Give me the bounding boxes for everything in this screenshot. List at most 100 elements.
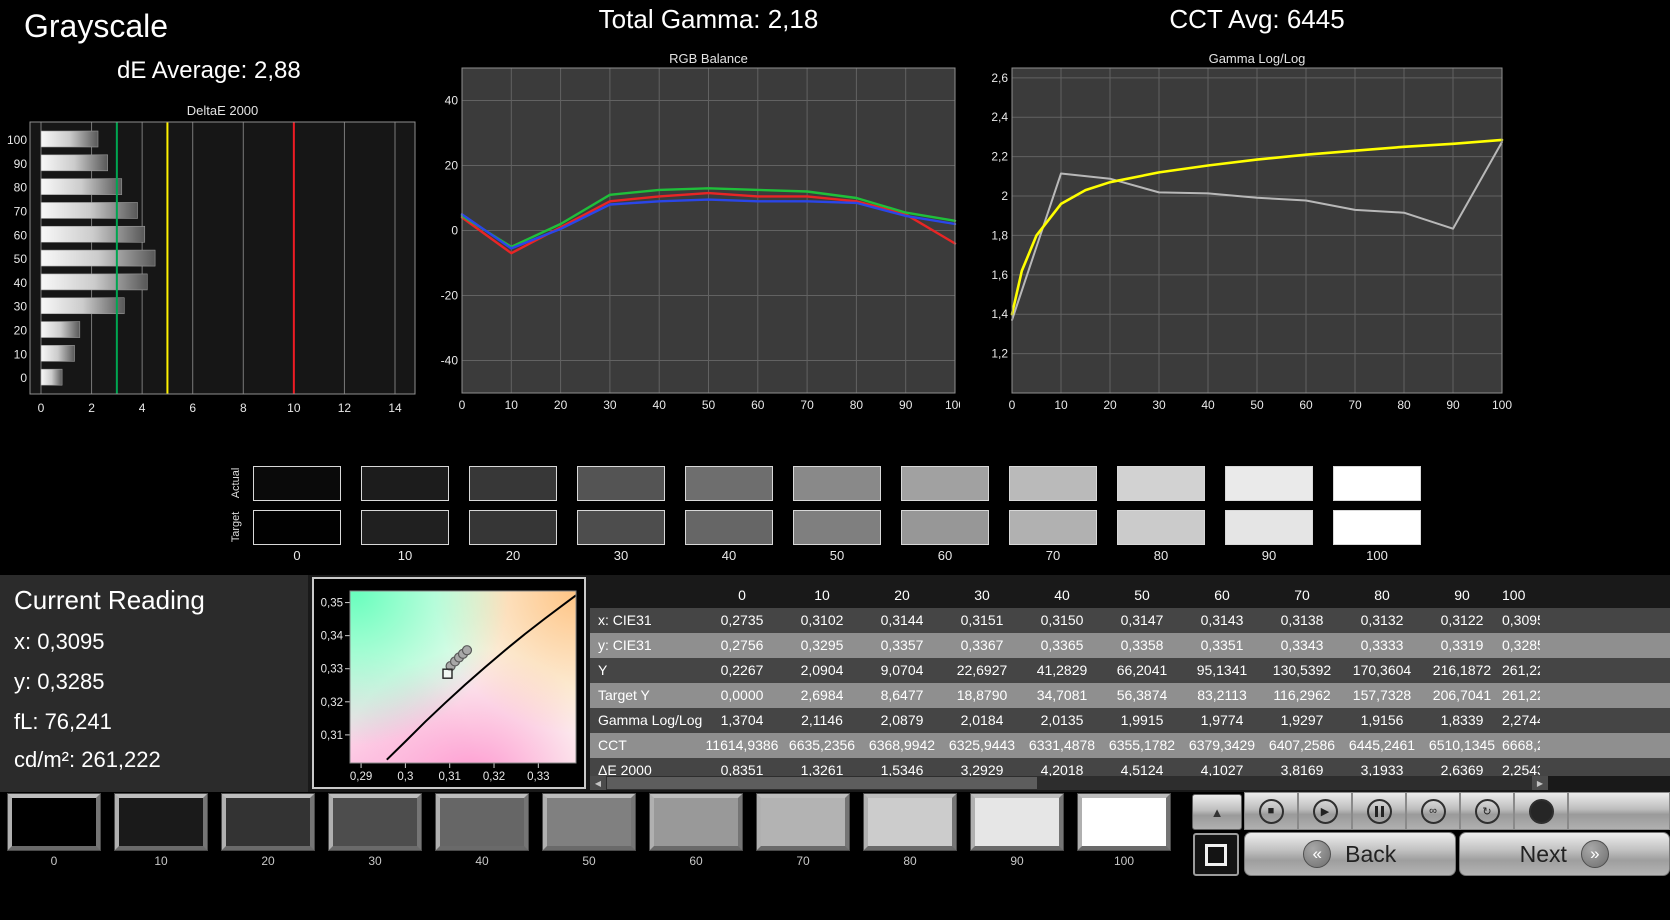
de-average-value: dE Average: 2,88 [117, 57, 301, 84]
swatch-level-label: 30 [613, 548, 629, 563]
table-cell: 261,2220 [1502, 687, 1540, 703]
patch-label: 50 [582, 854, 596, 868]
gray-patch-90[interactable] [970, 793, 1064, 851]
current-reading-title: Current Reading [14, 585, 205, 615]
pattern-up-button[interactable]: ▲ [1192, 794, 1242, 830]
table-cell: 0,3143 [1200, 612, 1244, 628]
table-cell [1540, 582, 1670, 608]
table-cell: 20 [894, 587, 910, 603]
play-button[interactable]: ▶ [1298, 792, 1352, 830]
transport-controls: ■ ▶ ∞ ↻ [1244, 792, 1670, 830]
swatch-level-label: 90 [1261, 548, 1277, 563]
svg-text:0: 0 [451, 224, 458, 238]
table-cell: 3,1933 [1360, 762, 1404, 776]
table-hscrollbar[interactable]: ◀ ▶ [590, 776, 1548, 790]
svg-text:0,33: 0,33 [321, 664, 343, 676]
target-swatch-40 [685, 510, 773, 545]
actual-swatch-50 [793, 466, 881, 501]
svg-text:70: 70 [800, 398, 814, 412]
table-cell: 0,3132 [1360, 612, 1404, 628]
table-cell: 3,2929 [960, 762, 1004, 776]
table-cell: 0,2735 [720, 612, 764, 628]
svg-text:-20: -20 [441, 289, 459, 303]
table-cell: 0,3147 [1120, 612, 1164, 628]
svg-text:40: 40 [653, 398, 667, 412]
table-cell: 1,8339 [1440, 712, 1484, 728]
target-row-label: Target [230, 511, 242, 543]
table-cell: 34,7081 [1036, 687, 1088, 703]
target-swatch-70 [1009, 510, 1097, 545]
gray-patch-30[interactable] [328, 793, 422, 851]
stop-button[interactable]: ■ [1244, 792, 1298, 830]
table-cell: 216,1872 [1432, 662, 1492, 678]
gray-patch-100[interactable] [1077, 793, 1171, 851]
table-cell: 157,7328 [1352, 687, 1412, 703]
target-swatch-80 [1117, 510, 1205, 545]
table-cell: 1,3704 [720, 712, 764, 728]
gray-patch-40[interactable] [435, 793, 529, 851]
svg-text:0,32: 0,32 [483, 771, 505, 783]
table-cell: 11614,9386 [705, 737, 779, 753]
scrollbar-thumb[interactable] [607, 777, 1037, 789]
table-cell: 2,0135 [1040, 712, 1084, 728]
svg-text:40: 40 [14, 276, 28, 290]
pattern-bar: 0 10 20 30 40 50 60 70 80 90 100 ▲ ■ ▶ ∞ ↻ « Back … [0, 792, 1670, 920]
svg-text:30: 30 [603, 398, 617, 412]
next-label: Next [1519, 840, 1567, 867]
up-arrow-icon: ▲ [1210, 804, 1224, 820]
transport-filler [1568, 792, 1670, 830]
next-button[interactable]: Next » [1458, 832, 1670, 876]
loop-button[interactable]: ∞ [1406, 792, 1460, 830]
table-cell: 30 [974, 587, 990, 603]
stop-icon: ■ [1258, 798, 1284, 824]
svg-text:2,6: 2,6 [991, 71, 1008, 85]
swatch-level-label: 0 [293, 548, 301, 563]
play-icon: ▶ [1312, 798, 1338, 824]
table-cell: 66,2041 [1116, 662, 1168, 678]
gray-patch-60[interactable] [649, 793, 743, 851]
svg-text:0,31: 0,31 [321, 730, 343, 742]
refresh-button[interactable]: ↻ [1460, 792, 1514, 830]
gray-patch-20[interactable] [221, 793, 315, 851]
svg-text:1,2: 1,2 [991, 347, 1008, 361]
gray-patch-70[interactable] [756, 793, 850, 851]
table-cell: Gamma Log/Log [598, 712, 702, 728]
back-button[interactable]: « Back [1244, 832, 1456, 876]
table-cell: 2,6984 [800, 687, 844, 703]
reading-fl: fL: 76,241 [14, 709, 112, 734]
next-chevrons-icon: » [1580, 840, 1609, 868]
table-cell: 1,9297 [1280, 712, 1324, 728]
gray-patch-50[interactable] [542, 793, 636, 851]
svg-text:8: 8 [240, 401, 247, 415]
svg-text:0: 0 [20, 371, 27, 385]
table-cell [1540, 658, 1670, 683]
table-cell: Y [598, 662, 608, 678]
scroll-left-button[interactable]: ◀ [590, 776, 606, 790]
table-cell: 2,0184 [960, 712, 1004, 728]
record-icon [1528, 798, 1554, 824]
table-cell [1540, 608, 1670, 633]
table-cell: 0,3319 [1440, 637, 1484, 653]
table-cell: 2,2543 [1502, 762, 1540, 776]
table-cell: 0,3150 [1040, 612, 1084, 628]
actual-swatch-80 [1117, 466, 1205, 501]
table-cell: 6331,4878 [1028, 737, 1096, 753]
pause-button[interactable] [1352, 792, 1406, 830]
record-button[interactable] [1514, 792, 1568, 830]
grayscale-swatch-strip: Actual Target 0 10 20 30 40 50 60 70 80 90 100 [0, 455, 1670, 570]
svg-text:2,2: 2,2 [991, 150, 1008, 164]
patch-label: 20 [261, 854, 275, 868]
gray-patch-10[interactable] [114, 793, 208, 851]
gray-patch-80[interactable] [863, 793, 957, 851]
table-cell: x: CIE31 [598, 612, 652, 628]
scroll-right-button[interactable]: ▶ [1532, 776, 1548, 790]
table-cell: 60 [1214, 587, 1230, 603]
svg-text:2: 2 [1001, 189, 1008, 203]
blank-pattern-button[interactable] [1193, 833, 1239, 876]
table-cell: ΔE 2000 [598, 762, 652, 776]
table-cell: 6635,2356 [788, 737, 856, 753]
table-cell: 2,6369 [1440, 762, 1484, 776]
table-cell: 56,3874 [1116, 687, 1168, 703]
gray-patch-0[interactable] [7, 793, 101, 851]
svg-text:20: 20 [554, 398, 568, 412]
